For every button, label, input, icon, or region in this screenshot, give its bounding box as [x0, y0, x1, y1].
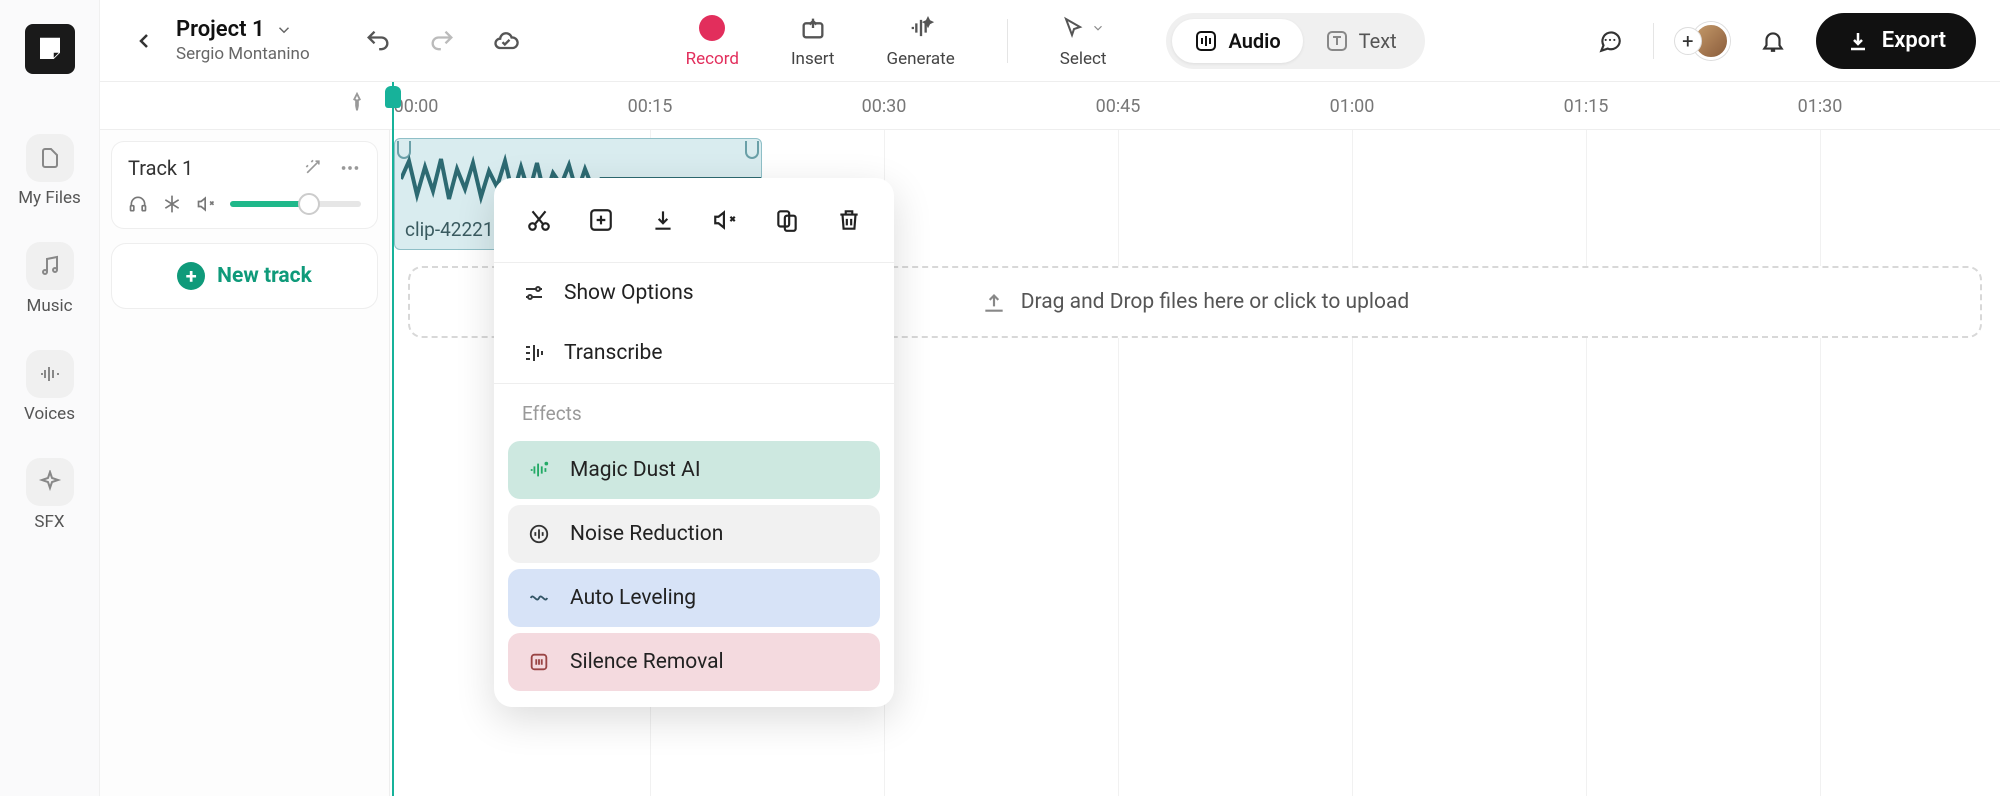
mode-toggle: Audio Text — [1166, 13, 1424, 69]
mode-text[interactable]: Text — [1303, 19, 1419, 63]
project-title: Project 1 — [176, 17, 265, 42]
track-card: Track 1 — [112, 142, 377, 228]
project-owner: Sergio Montanino — [176, 44, 310, 64]
show-options-item[interactable]: Show Options — [494, 263, 894, 323]
nav-voices[interactable]: Voices — [24, 350, 75, 424]
nav-music[interactable]: Music — [26, 242, 74, 316]
auto-leveling-icon — [526, 585, 552, 611]
cloud-sync-button[interactable] — [486, 21, 526, 61]
track-more-icon[interactable] — [339, 157, 361, 179]
ruler-tick: 00:30 — [862, 96, 907, 117]
nav-label: My Files — [18, 188, 81, 208]
magic-dust-icon — [526, 457, 552, 483]
effect-label: Magic Dust AI — [570, 458, 701, 482]
select-icon — [1061, 13, 1105, 43]
effect-label: Noise Reduction — [570, 522, 723, 546]
new-track-label: New track — [217, 264, 312, 288]
record-label: Record — [686, 49, 739, 69]
download-clip-button[interactable] — [641, 198, 685, 242]
app-logo[interactable] — [25, 24, 75, 74]
insert-icon — [799, 13, 827, 43]
sliders-icon — [522, 281, 546, 305]
transcribe-icon — [522, 341, 546, 365]
mute-clip-button[interactable] — [703, 198, 747, 242]
effect-label: Auto Leveling — [570, 586, 696, 610]
noise-reduction-icon — [526, 521, 552, 547]
export-label: Export — [1882, 28, 1946, 53]
mode-audio[interactable]: Audio — [1172, 19, 1302, 63]
effect-label: Silence Removal — [570, 650, 724, 674]
invite-button[interactable]: + — [1674, 22, 1730, 60]
ruler-tick: 00:15 — [628, 96, 673, 117]
duplicate-button[interactable] — [765, 198, 809, 242]
nav-label: SFX — [34, 512, 64, 532]
insert-label: Insert — [791, 49, 835, 69]
record-button[interactable]: Record — [686, 13, 739, 69]
volume-slider[interactable] — [230, 201, 361, 207]
ruler-tick: 01:15 — [1564, 96, 1609, 117]
cut-button[interactable] — [517, 198, 561, 242]
new-track-button[interactable]: + New track — [112, 244, 377, 308]
audio-mode-icon — [1194, 29, 1218, 53]
silence-removal-icon — [526, 649, 552, 675]
generate-label: Generate — [886, 49, 954, 69]
nav-label: Voices — [24, 404, 75, 424]
divider — [1653, 23, 1654, 59]
add-button[interactable] — [579, 198, 623, 242]
ruler-tick: 00:45 — [1096, 96, 1141, 117]
effect-magic-dust[interactable]: Magic Dust AI — [508, 441, 880, 499]
delete-button[interactable] — [827, 198, 871, 242]
mute-icon[interactable] — [196, 194, 216, 214]
magic-wand-icon[interactable] — [303, 157, 323, 179]
files-icon — [26, 134, 74, 182]
transcribe-item[interactable]: Transcribe — [494, 323, 894, 384]
effect-auto-leveling[interactable]: Auto Leveling — [508, 569, 880, 627]
dropzone-label: Drag and Drop files here or click to upl… — [1021, 290, 1409, 314]
nav-label: Music — [26, 296, 72, 316]
text-mode-icon — [1325, 29, 1349, 53]
upload-icon — [981, 289, 1007, 315]
back-button[interactable] — [124, 21, 164, 61]
mode-text-label: Text — [1359, 29, 1397, 53]
ruler-tick: 01:00 — [1330, 96, 1375, 117]
effect-noise-reduction[interactable]: Noise Reduction — [508, 505, 880, 563]
generate-button[interactable]: Generate — [886, 13, 954, 69]
undo-button[interactable] — [358, 21, 398, 61]
headphones-icon[interactable] — [128, 194, 148, 214]
transcribe-label: Transcribe — [564, 341, 662, 365]
clip-context-menu: Show Options Transcribe Effects Magic Du… — [494, 178, 894, 707]
mode-audio-label: Audio — [1228, 29, 1280, 53]
record-icon — [699, 15, 725, 41]
redo-button[interactable] — [422, 21, 462, 61]
pin-icon[interactable] — [346, 92, 368, 114]
nav-sfx[interactable]: SFX — [26, 458, 74, 532]
effects-section-label: Effects — [494, 384, 894, 435]
nav-my-files[interactable]: My Files — [18, 134, 81, 208]
ruler-tick: 01:30 — [1798, 96, 1843, 117]
sfx-icon — [26, 458, 74, 506]
plus-icon: + — [177, 262, 205, 290]
notifications-button[interactable] — [1750, 18, 1796, 64]
effect-silence-removal[interactable]: Silence Removal — [508, 633, 880, 691]
voices-icon — [26, 350, 74, 398]
insert-button[interactable]: Insert — [791, 13, 835, 69]
project-dropdown-icon[interactable] — [275, 21, 293, 39]
export-button[interactable]: Export — [1816, 13, 1976, 69]
generate-icon — [907, 13, 935, 43]
playhead[interactable] — [392, 82, 394, 796]
select-label: Select — [1060, 49, 1107, 69]
plus-icon: + — [1674, 27, 1702, 55]
select-button[interactable]: Select — [1060, 13, 1107, 69]
show-options-label: Show Options — [564, 281, 694, 305]
download-icon — [1846, 29, 1870, 53]
comments-button[interactable] — [1587, 18, 1633, 64]
track-name[interactable]: Track 1 — [128, 156, 193, 180]
music-icon — [26, 242, 74, 290]
freeze-icon[interactable] — [162, 194, 182, 214]
divider — [1007, 19, 1008, 63]
